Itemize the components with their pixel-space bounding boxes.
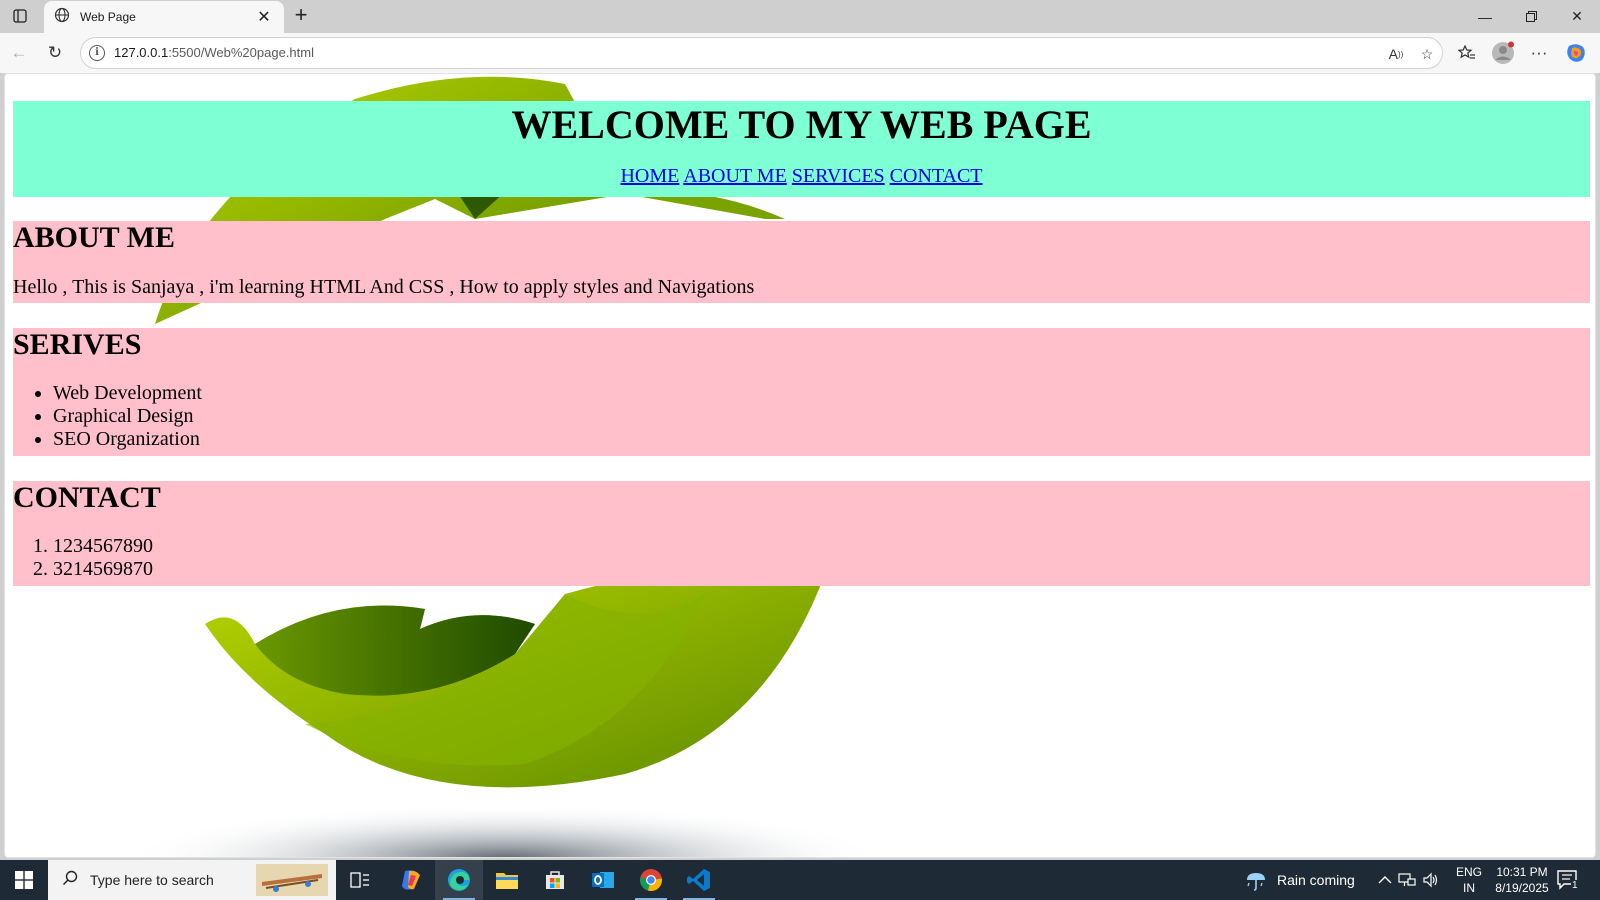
services-section: SERIVES Web Development Graphical Design… (13, 328, 1590, 456)
task-view-icon[interactable] (336, 860, 384, 900)
nav-link-contact[interactable]: CONTACT (890, 165, 983, 187)
about-heading: ABOUT ME (13, 221, 175, 254)
nav-link-home[interactable]: HOME (620, 165, 679, 187)
tab-strip: Web Page ✕ + — ✕ (0, 0, 1600, 33)
about-text: Hello , This is Sanjaya , i'm learning H… (13, 276, 755, 298)
contact-section: CONTACT 1234567890 3214569870 (13, 481, 1590, 586)
language-region: IN (1463, 881, 1475, 895)
read-aloud-icon[interactable]: A)) (1384, 42, 1408, 66)
clock-date: 8/19/2025 (1495, 881, 1549, 895)
outlook-icon[interactable] (579, 860, 627, 900)
file-explorer-icon[interactable] (483, 860, 531, 900)
rain-cloud-icon (1243, 867, 1269, 894)
services-heading: SERIVES (13, 328, 142, 361)
search-placeholder: Type here to search (90, 872, 214, 888)
info-icon[interactable]: i (89, 45, 105, 61)
vscode-icon[interactable] (675, 860, 723, 900)
favorites-icon[interactable] (1453, 39, 1481, 67)
nav-link-about[interactable]: ABOUT ME (683, 165, 787, 187)
copilot-app-icon[interactable] (387, 860, 435, 900)
weather-text: Rain coming (1277, 872, 1355, 888)
list-item: Web Development (53, 382, 1590, 405)
notifications-icon[interactable]: 1 (1556, 860, 1580, 900)
notification-count: 1 (1571, 880, 1579, 891)
clock[interactable]: 10:31 PM 8/19/2025 (1490, 864, 1554, 896)
address-bar[interactable]: i 127.0.0.1:5500/Web%20page.html A)) ☆ (80, 37, 1443, 69)
microsoft-store-icon[interactable] (531, 860, 579, 900)
url-text[interactable]: 127.0.0.1:5500/Web%20page.html (114, 45, 314, 60)
list-item: 1234567890 (53, 535, 1590, 558)
close-icon[interactable]: ✕ (254, 7, 274, 27)
restore-icon[interactable] (1508, 0, 1554, 33)
search-highlight-art (256, 864, 328, 896)
language-indicator[interactable]: ENG IN (1452, 864, 1486, 896)
chrome-icon[interactable] (627, 860, 675, 900)
taskbar-search[interactable]: Type here to search (48, 860, 336, 900)
contact-heading: CONTACT (13, 481, 161, 514)
weather-widget[interactable]: Rain coming (1243, 860, 1355, 900)
minimize-icon[interactable]: — (1462, 0, 1508, 33)
list-item: SEO Organization (53, 428, 1590, 451)
refresh-icon[interactable]: ↻ (41, 39, 69, 67)
page-title: WELCOME TO MY WEB PAGE (511, 102, 1092, 147)
browser-tab[interactable]: Web Page ✕ (44, 1, 284, 33)
taskbar: Type here to search Rain coming ENG IN 1… (0, 860, 1600, 900)
site-header: WELCOME TO MY WEB PAGE HOME ABOUT ME SER… (13, 101, 1590, 197)
page-viewport[interactable]: WELCOME TO MY WEB PAGE HOME ABOUT ME SER… (4, 73, 1596, 858)
network-icon[interactable] (1398, 860, 1416, 900)
contact-list: 1234567890 3214569870 (13, 535, 1590, 581)
volume-icon[interactable] (1422, 860, 1440, 900)
edge-app-icon[interactable] (435, 860, 483, 900)
tab-actions-icon[interactable] (8, 4, 32, 28)
browser-toolbar: ← ↻ i 127.0.0.1:5500/Web%20page.html A))… (0, 33, 1600, 73)
tab-title: Web Page (80, 10, 136, 24)
profile-icon[interactable] (1489, 39, 1517, 67)
plus-icon[interactable]: + (289, 4, 313, 28)
search-icon (62, 870, 78, 891)
site-nav: HOME ABOUT ME SERVICES CONTACT (13, 164, 1590, 188)
globe-icon (54, 7, 70, 28)
language-code: ENG (1455, 865, 1482, 879)
clock-time: 10:31 PM (1496, 865, 1548, 879)
copilot-icon[interactable] (1562, 39, 1590, 67)
list-item: 3214569870 (53, 558, 1590, 581)
windows-start-icon[interactable] (0, 860, 48, 900)
chevron-up-icon[interactable] (1378, 860, 1392, 900)
nav-link-services[interactable]: SERVICES (792, 165, 885, 187)
window-close-icon[interactable]: ✕ (1554, 0, 1600, 33)
services-list: Web Development Graphical Design SEO Org… (13, 382, 1590, 451)
about-section: ABOUT ME Hello , This is Sanjaya , i'm l… (13, 221, 1590, 303)
more-icon[interactable]: ··· (1525, 39, 1553, 67)
star-icon[interactable]: ☆ (1415, 42, 1439, 66)
web-page-content: WELCOME TO MY WEB PAGE HOME ABOUT ME SER… (13, 74, 1590, 586)
back-icon[interactable]: ← (5, 39, 33, 67)
list-item: Graphical Design (53, 405, 1590, 428)
